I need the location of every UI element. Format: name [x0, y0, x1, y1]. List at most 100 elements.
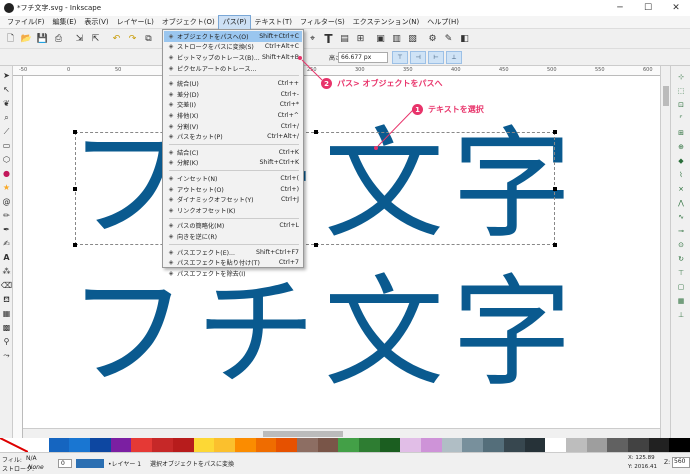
menu-4[interactable]: オブジェクト(O)	[158, 16, 219, 29]
path-menu-item-3[interactable]: ◈ ピクセルアートのトレース...	[164, 63, 302, 74]
color-swatch[interactable]	[152, 438, 173, 452]
menu-1[interactable]: 編集(E)	[49, 16, 81, 29]
snap-page-icon[interactable]: ▢	[675, 282, 687, 292]
rectangle-tool-icon[interactable]: ▭	[1, 140, 12, 151]
gradient-tool-icon[interactable]: ▦	[1, 308, 12, 319]
open-icon[interactable]: 📂	[19, 31, 34, 46]
snap-corners-icon[interactable]: ⌜	[675, 114, 687, 124]
canvas-text-bottom[interactable]: フチ文字	[68, 274, 580, 394]
color-swatch[interactable]	[90, 438, 111, 452]
snap-smooth-icon[interactable]: ∿	[675, 212, 687, 222]
menu-8[interactable]: エクステンション(N)	[349, 16, 424, 29]
snap-text-baseline-icon[interactable]: ⊤	[675, 268, 687, 278]
mesh-tool-icon[interactable]: ▩	[1, 322, 12, 333]
color-swatch[interactable]	[441, 438, 463, 452]
snap-paths-icon[interactable]: ⌇	[675, 170, 687, 180]
zoom-tool-icon[interactable]: ⌕	[1, 112, 12, 123]
path-menu-item-10[interactable]: ◈ 結合(C) Ctrl+K	[164, 147, 302, 158]
color-swatch[interactable]	[255, 438, 277, 452]
path-menu-item-1[interactable]: ◈ ストロークをパスに変換(S) Ctrl+Alt+C	[164, 42, 302, 53]
path-menu-item-6[interactable]: ◈ 交差(I) Ctrl+*	[164, 100, 302, 111]
height-input[interactable]: 66.677 px	[338, 52, 388, 63]
snap-center-icon[interactable]: ⊕	[675, 142, 687, 152]
pencil-tool-icon[interactable]: ✏	[1, 210, 12, 221]
color-swatch[interactable]	[379, 438, 401, 452]
scale-stroke-icon[interactable]: ⊣	[410, 51, 426, 64]
horizontal-scrollbar[interactable]	[23, 428, 660, 438]
preferences-icon[interactable]: ⚙	[425, 31, 440, 46]
copy-icon[interactable]: ⧉	[141, 31, 156, 46]
path-menu-item-12[interactable]: ◈ インセット(N) Ctrl+(	[164, 173, 302, 184]
snap-grid-icon[interactable]: ▦	[675, 296, 687, 306]
align-icon[interactable]: ⊞	[353, 31, 368, 46]
snap-intersections-icon[interactable]: ⨯	[675, 184, 687, 194]
no-paint-swatch[interactable]	[0, 438, 28, 452]
layer-selector[interactable]: •レイヤー 1	[108, 459, 141, 468]
dropper-tool-icon[interactable]: ⚲	[1, 336, 12, 347]
path-menu-item-18[interactable]: ◈ パスエフェクト(E)... Shift+Ctrl+F7	[164, 247, 302, 258]
path-menu-item-19[interactable]: ◈ パスエフェクトを貼り付け(T) Ctrl+7	[164, 257, 302, 268]
layers-icon[interactable]: ▤	[337, 31, 352, 46]
selection-handle[interactable]	[314, 243, 318, 247]
pen-tool-icon[interactable]: ✒	[1, 224, 12, 235]
snap-midpoints-icon[interactable]: ⊞	[675, 128, 687, 138]
snap-line-mid-icon[interactable]: ⊸	[675, 226, 687, 236]
tweak-tool-icon[interactable]: ❦	[1, 98, 12, 109]
eraser-tool-icon[interactable]: ⌫	[1, 280, 12, 291]
menu-3[interactable]: レイヤー(L)	[113, 16, 158, 29]
color-swatch[interactable]	[338, 438, 359, 452]
color-swatch[interactable]	[524, 438, 546, 452]
selector-tool-icon[interactable]: ➤	[1, 70, 12, 81]
selection-handle[interactable]	[73, 243, 77, 247]
save-icon[interactable]: 💾	[35, 31, 50, 46]
new-document-icon[interactable]: 🗋	[3, 31, 18, 46]
menu-9[interactable]: ヘルプ(H)	[423, 16, 463, 29]
path-menu-item-17[interactable]: ◈ 向きを逆に(R)	[164, 231, 302, 242]
path-menu-item-5[interactable]: ◈ 差分(D) Ctrl+-	[164, 89, 302, 100]
undo-icon[interactable]: ↶	[109, 31, 124, 46]
node-editor-icon[interactable]: ⌖	[305, 31, 320, 46]
opacity-bar[interactable]	[76, 459, 104, 468]
selection-handle[interactable]	[73, 130, 77, 134]
selection-handle[interactable]	[553, 130, 557, 134]
text-tool-icon[interactable]: A	[1, 252, 12, 263]
calligraphy-tool-icon[interactable]: ✍	[1, 238, 12, 249]
import-icon[interactable]: ⇲	[72, 31, 87, 46]
color-swatch[interactable]	[214, 438, 235, 452]
text-tool-icon[interactable]: T	[321, 31, 336, 46]
selection-handle[interactable]	[314, 130, 318, 134]
bucket-tool-icon[interactable]: ⛾	[1, 294, 12, 305]
ellipse-tool-icon[interactable]: ●	[1, 168, 12, 179]
doc-properties-icon[interactable]: ✎	[441, 31, 456, 46]
color-swatch[interactable]	[565, 438, 587, 452]
color-swatch[interactable]	[296, 438, 318, 452]
star-tool-icon[interactable]: ★	[1, 182, 12, 193]
path-menu-item-9[interactable]: ◈ パスをカット(P) Ctrl+Alt+/	[164, 131, 302, 142]
3d-box-tool-icon[interactable]: ⬡	[1, 154, 12, 165]
color-swatch[interactable]	[483, 438, 504, 452]
path-menu-item-20[interactable]: ◈ パスエフェクトを除去(I)	[164, 268, 302, 279]
symbols-icon[interactable]: ▧	[405, 31, 420, 46]
color-swatch[interactable]	[421, 438, 442, 452]
snap-nodes-icon[interactable]: ◆	[675, 156, 687, 166]
path-menu-item-2[interactable]: ◈ ビットマップのトレース(B)... Shift+Alt+B	[164, 52, 302, 63]
move-gradient-icon[interactable]: ⊥	[446, 51, 462, 64]
color-swatch[interactable]	[359, 438, 380, 452]
color-swatch[interactable]	[234, 438, 256, 452]
color-swatch[interactable]	[276, 438, 297, 452]
snap-object-center-icon[interactable]: ⊙	[675, 240, 687, 250]
maximize-button[interactable]: ☐	[634, 0, 662, 16]
path-menu-item-16[interactable]: ◈ パスの簡略化(M) Ctrl+L	[164, 221, 302, 232]
connector-tool-icon[interactable]: ⤳	[1, 350, 12, 361]
color-swatch[interactable]	[193, 438, 215, 452]
lock-ratio-icon[interactable]: ⊤	[392, 51, 408, 64]
node-tool-icon[interactable]: ↖	[1, 84, 12, 95]
path-menu-item-14[interactable]: ◈ ダイナミックオフセット(Y) Ctrl+J	[164, 194, 302, 205]
snap-bbox-icon[interactable]: ⬚	[675, 86, 687, 96]
spiral-tool-icon[interactable]: @	[1, 196, 12, 207]
menu-0[interactable]: ファイル(F)	[3, 16, 49, 29]
path-menu-item-8[interactable]: ◈ 分割(V) Ctrl+/	[164, 121, 302, 132]
menu-6[interactable]: テキスト(T)	[250, 16, 296, 29]
vertical-scrollbar[interactable]	[660, 66, 670, 438]
path-menu-item-7[interactable]: ◈ 排他(X) Ctrl+^	[164, 110, 302, 121]
